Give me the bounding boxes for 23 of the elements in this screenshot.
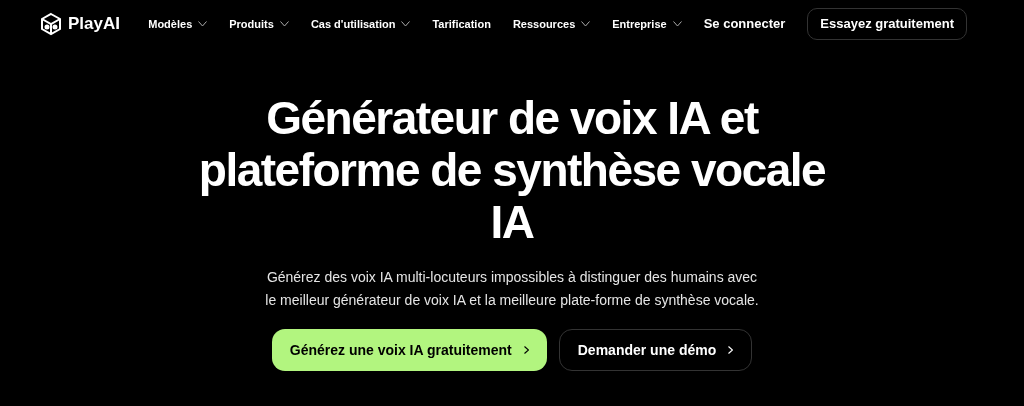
hero-title: plateforme de synthèse vocale <box>198 144 826 196</box>
hero-subtitle: Générez des voix IA multi-locuteurs impossibles à distinguer des humains avec le meilleur générateur de voix IA et la meilleure plate-forme de synthèse vocale. <box>264 268 760 310</box>
try-free-button[interactable]: Essayez gratuitement <box>807 8 967 40</box>
chevron-down-icon <box>672 21 682 27</box>
chevron-down-icon <box>401 21 411 27</box>
chevron-down-icon <box>198 21 208 27</box>
login-link[interactable]: Se connecter <box>703 14 786 34</box>
nav-link[interactable]: Tarification <box>432 15 491 33</box>
generate-voice-button[interactable]: Générez une voix IA gratuitement <box>271 329 547 371</box>
chevron-right-icon <box>523 346 529 354</box>
chevron-down-icon <box>581 21 591 27</box>
chevron-down-icon <box>279 21 289 27</box>
nav-link[interactable]: Modèles <box>148 15 208 33</box>
nav-link[interactable]: Produits <box>229 15 289 33</box>
nav-link[interactable]: Entreprise <box>612 15 682 33</box>
nav-link[interactable]: Ressources <box>512 15 591 33</box>
demo-button[interactable]: Demander une démo <box>558 329 753 371</box>
chevron-right-icon <box>728 346 734 354</box>
logo-icon[interactable] <box>40 12 62 36</box>
brand-name[interactable]: PlayAI <box>68 11 120 37</box>
nav-link[interactable]: Cas d'utilisation <box>310 15 411 33</box>
hero-title: Générateur de voix IA et <box>266 92 758 144</box>
hero-title: IA <box>490 196 534 248</box>
